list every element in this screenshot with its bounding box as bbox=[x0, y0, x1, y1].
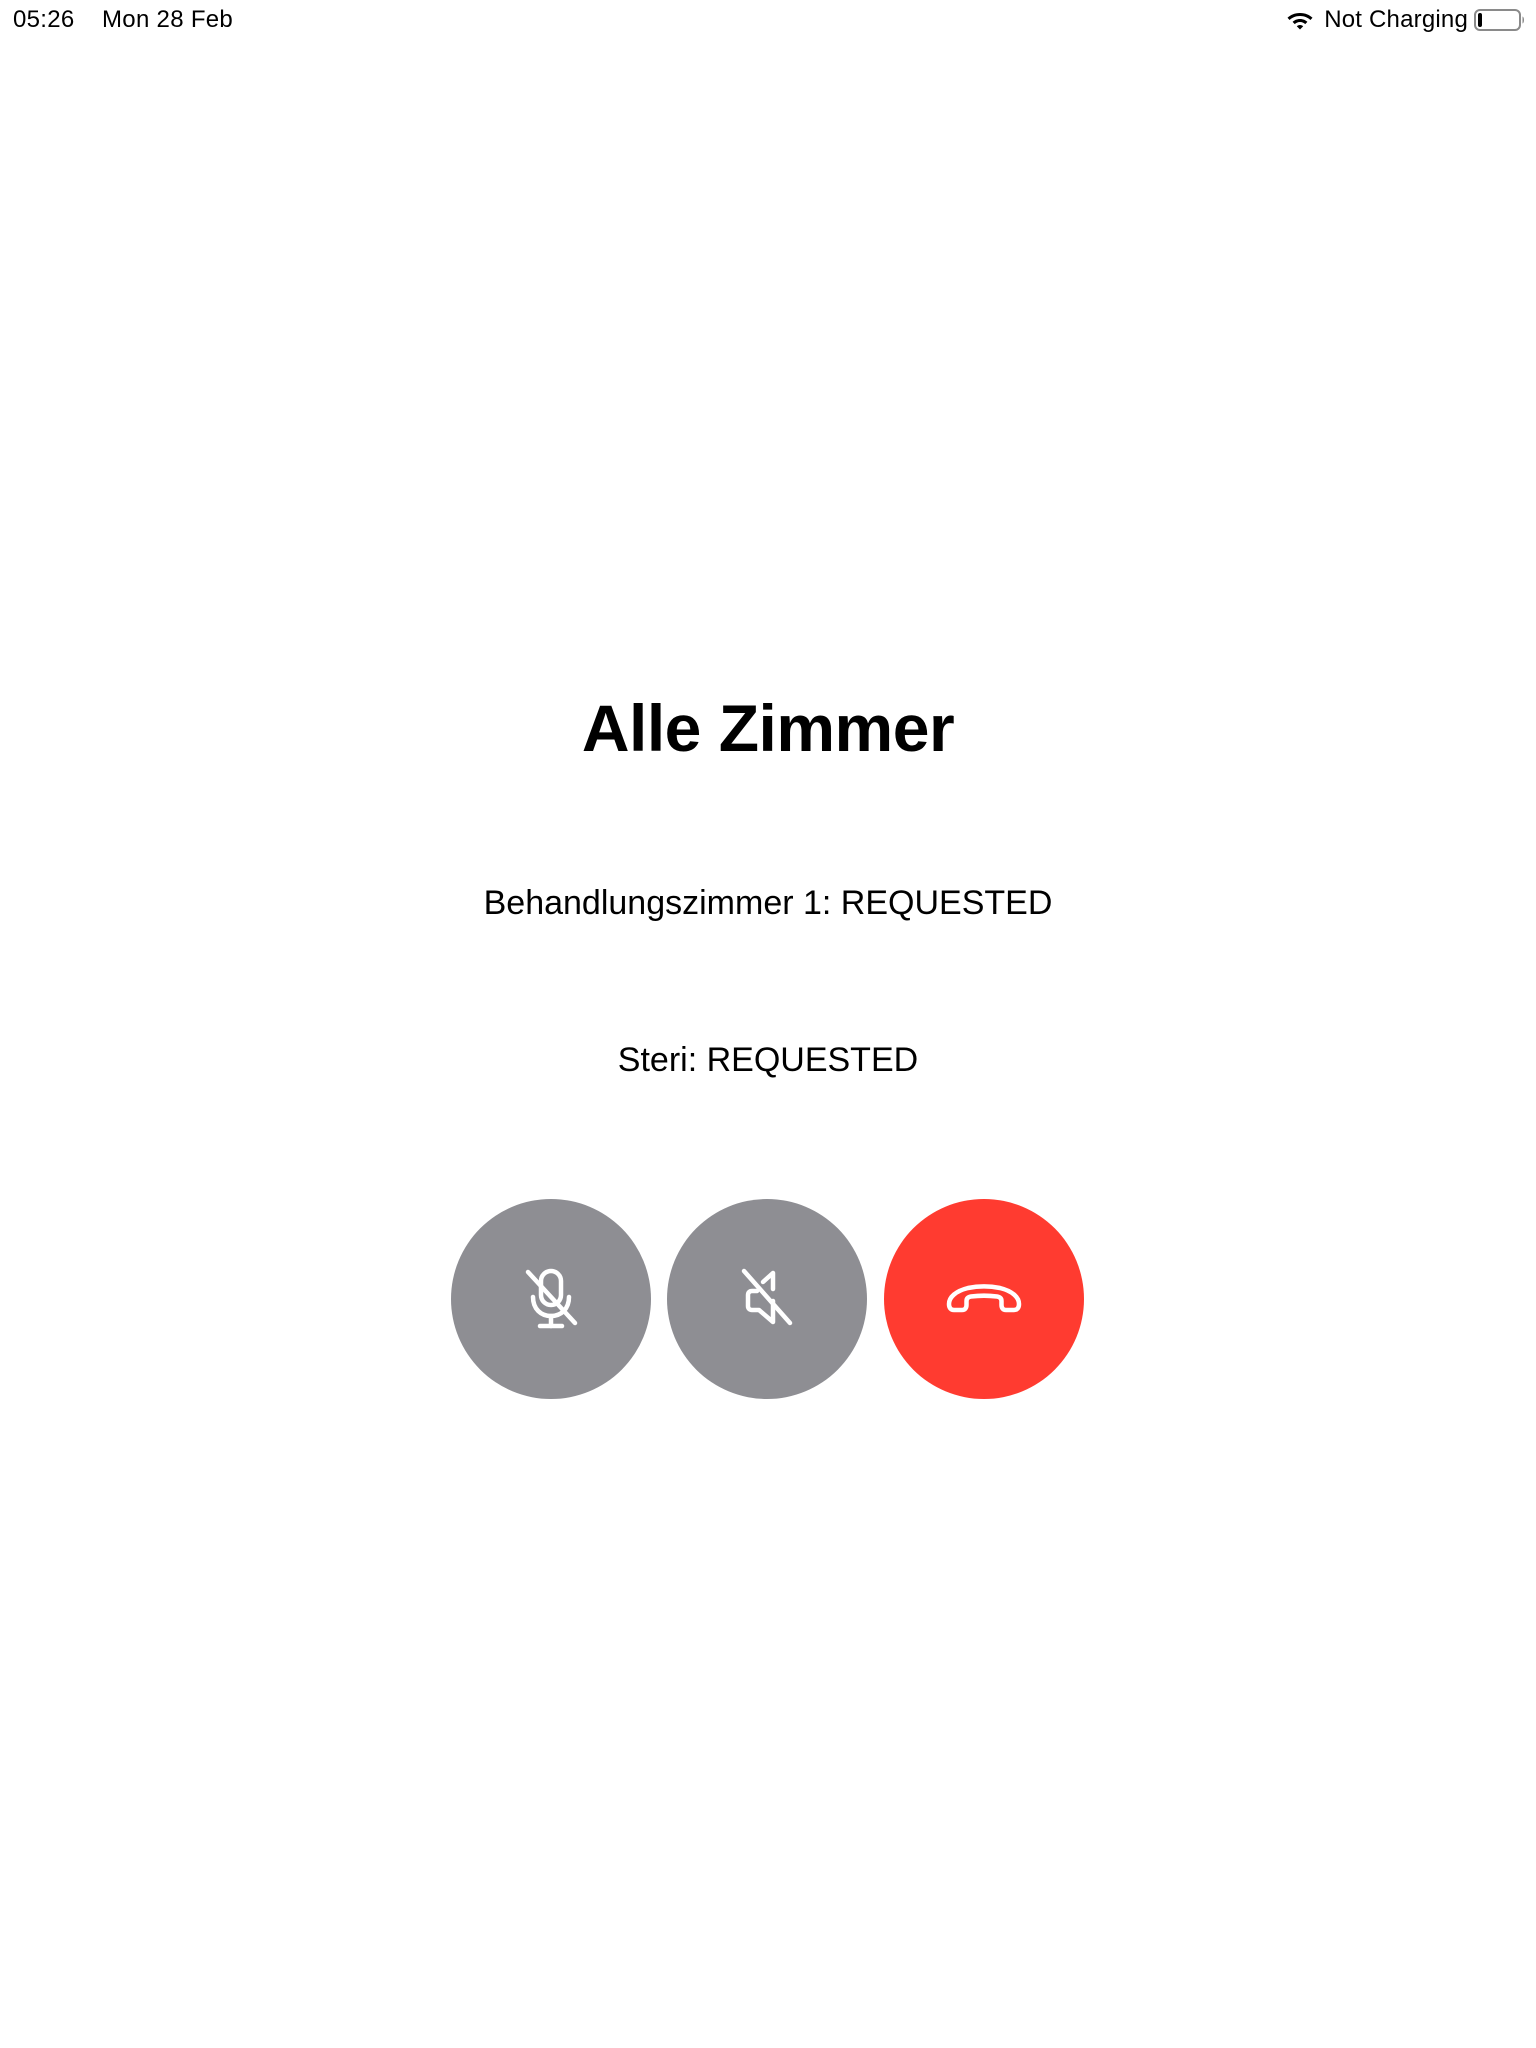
charging-status: Not Charging bbox=[1324, 6, 1468, 33]
speaker-slash-icon bbox=[741, 1268, 793, 1326]
status-bar: 05:26 Mon 28 Feb Not Charging bbox=[0, 0, 1536, 40]
wifi-icon bbox=[1287, 13, 1313, 30]
status-time: 05:26 bbox=[13, 6, 75, 33]
call-controls bbox=[451, 1199, 1085, 1399]
mute-microphone-button[interactable] bbox=[451, 1199, 651, 1399]
hang-up-button[interactable] bbox=[884, 1199, 1084, 1399]
room-status-behandlungszimmer: Behandlungszimmer 1: REQUESTED bbox=[483, 884, 1053, 922]
status-date: Mon 28 Feb bbox=[102, 6, 234, 33]
status-indicators: Not Charging bbox=[1286, 6, 1526, 34]
page-title: Alle Zimmer bbox=[581, 691, 955, 765]
mute-speaker-button[interactable] bbox=[667, 1199, 867, 1399]
mic-slash-icon bbox=[525, 1268, 578, 1329]
room-status-steri: Steri: REQUESTED bbox=[617, 1041, 919, 1079]
battery-icon bbox=[1474, 9, 1524, 31]
phone-down-icon bbox=[946, 1284, 1022, 1313]
